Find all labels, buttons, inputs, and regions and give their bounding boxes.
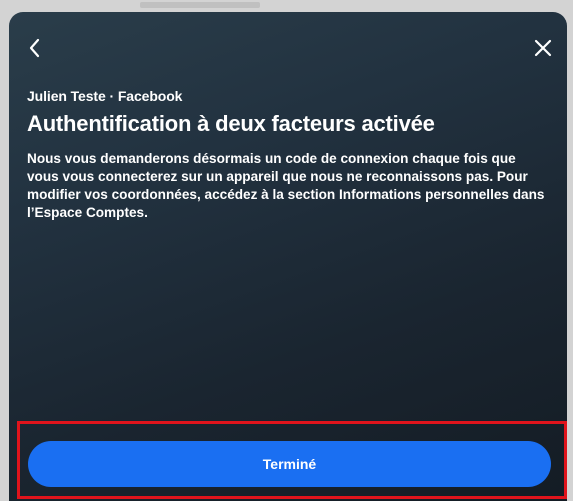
close-icon bbox=[534, 39, 552, 57]
close-button[interactable] bbox=[531, 36, 555, 60]
account-label: Julien Teste · Facebook bbox=[27, 88, 183, 104]
dialog-header bbox=[9, 12, 567, 76]
page-title: Authentification à deux facteurs activée bbox=[27, 111, 435, 136]
back-button[interactable] bbox=[23, 36, 47, 60]
description-text: Nous vous demanderons désormais un code … bbox=[27, 151, 545, 220]
done-button[interactable]: Terminé bbox=[28, 441, 551, 487]
chevron-left-icon bbox=[29, 38, 40, 58]
background-text-fragment bbox=[140, 2, 260, 8]
